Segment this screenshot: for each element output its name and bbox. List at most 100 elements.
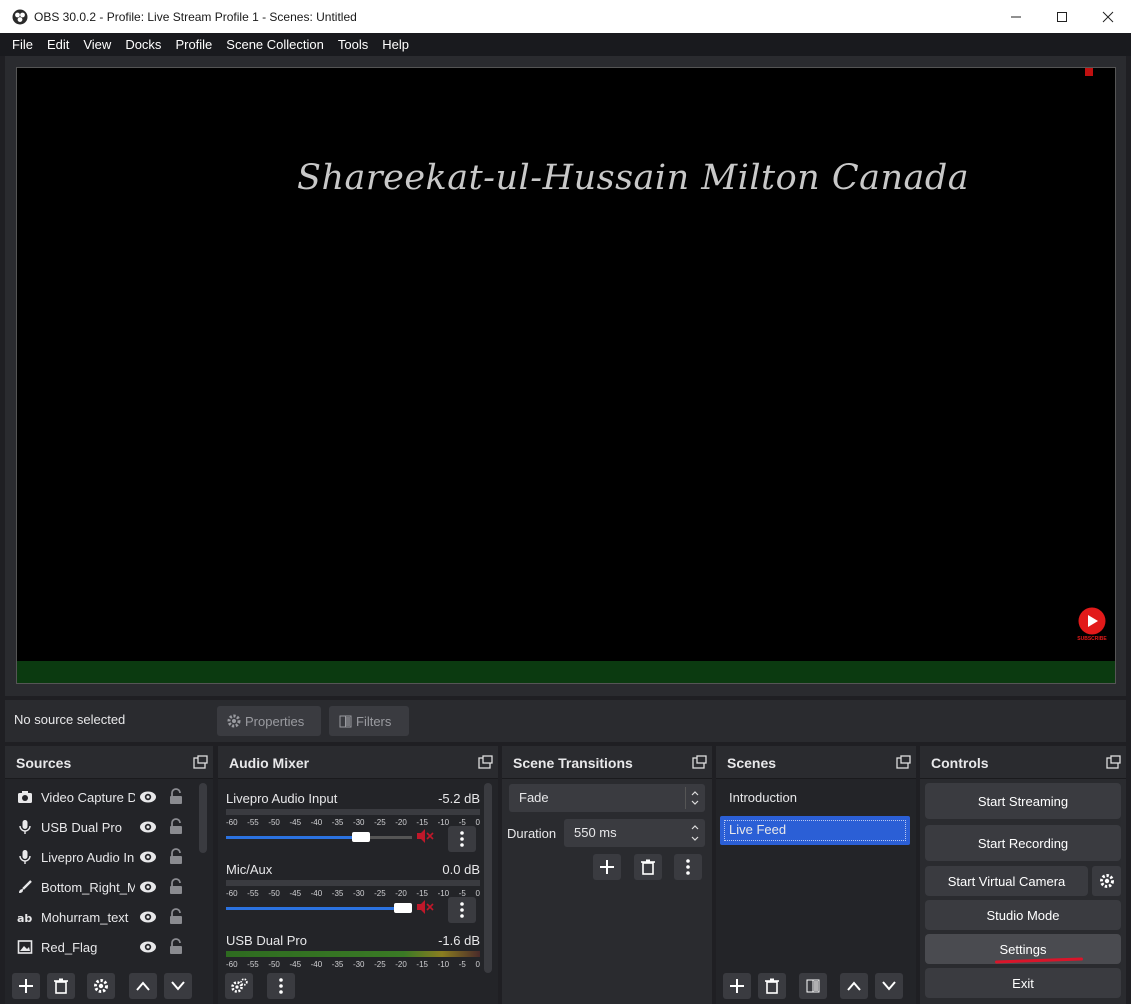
scene-transitions-dock: Scene Transitions Fade Duration 550 ms bbox=[502, 746, 712, 1004]
source-item[interactable]: Red_Flag bbox=[5, 932, 195, 962]
controls-dock: Controls Start Streaming Start Recording… bbox=[920, 746, 1126, 1004]
unlock-icon[interactable] bbox=[169, 938, 183, 955]
unlock-icon[interactable] bbox=[169, 818, 183, 835]
eye-icon[interactable] bbox=[139, 849, 157, 865]
filters-button[interactable]: Filters bbox=[329, 706, 409, 736]
move-source-up-button[interactable] bbox=[129, 973, 157, 999]
scene-item[interactable]: Introduction bbox=[720, 784, 910, 813]
start-recording-button[interactable]: Start Recording bbox=[925, 825, 1121, 861]
source-name: Livepro Audio Input bbox=[41, 850, 135, 865]
menu-docks[interactable]: Docks bbox=[118, 33, 168, 56]
source-item[interactable]: Livepro Audio Input bbox=[5, 842, 195, 872]
add-source-button[interactable] bbox=[12, 973, 40, 999]
preview-canvas[interactable]: Shareekat-ul-Hussain Milton Canada SUBSC… bbox=[16, 67, 1116, 684]
advanced-audio-button[interactable] bbox=[225, 973, 253, 999]
start-virtual-camera-button[interactable]: Start Virtual Camera bbox=[925, 866, 1088, 896]
close-button[interactable] bbox=[1085, 0, 1131, 33]
title-bar: OBS 30.0.2 - Profile: Live Stream Profil… bbox=[0, 0, 1131, 33]
move-scene-up-button[interactable] bbox=[840, 973, 868, 999]
undock-icon[interactable] bbox=[896, 755, 911, 769]
eye-icon[interactable] bbox=[139, 939, 157, 955]
move-source-down-button[interactable] bbox=[164, 973, 192, 999]
menu-help[interactable]: Help bbox=[375, 33, 416, 56]
filters-label: Filters bbox=[356, 713, 392, 729]
source-item[interactable]: USB Dual Pro bbox=[5, 812, 195, 842]
gear-icon bbox=[227, 714, 241, 728]
channel-menu-button[interactable] bbox=[448, 897, 476, 923]
scale-tick: -50 bbox=[268, 818, 280, 827]
brush-icon bbox=[19, 880, 32, 893]
scale-tick: -25 bbox=[374, 818, 386, 827]
svg-text:ab: ab bbox=[17, 912, 32, 925]
undock-icon[interactable] bbox=[692, 755, 707, 769]
scene-item-selected[interactable]: Live Feed bbox=[720, 816, 910, 845]
transition-select[interactable]: Fade bbox=[509, 784, 705, 812]
mixer-channel: Livepro Audio Input -5.2 dB -60 -55 -50 -45… bbox=[218, 784, 488, 855]
menu-file[interactable]: File bbox=[5, 33, 40, 56]
menu-edit[interactable]: Edit bbox=[40, 33, 76, 56]
menu-tools[interactable]: Tools bbox=[331, 33, 375, 56]
source-name: USB Dual Pro bbox=[41, 820, 122, 835]
undock-icon[interactable] bbox=[193, 755, 208, 769]
source-item[interactable]: Video Capture Device bbox=[5, 782, 195, 812]
duration-spinbox[interactable]: 550 ms bbox=[564, 819, 705, 847]
trash-icon bbox=[765, 978, 779, 994]
mixer-menu-button[interactable] bbox=[267, 973, 295, 999]
unlock-icon[interactable] bbox=[169, 848, 183, 865]
unlock-icon[interactable] bbox=[169, 878, 183, 895]
kebab-menu-icon bbox=[686, 859, 690, 875]
volume-slider-handle[interactable] bbox=[352, 832, 370, 842]
undock-icon[interactable] bbox=[1106, 755, 1121, 769]
eye-icon[interactable] bbox=[139, 909, 157, 925]
minimize-button[interactable] bbox=[993, 0, 1039, 33]
source-item[interactable]: ab Mohurram_text bbox=[5, 902, 195, 932]
add-transition-button[interactable] bbox=[593, 854, 621, 880]
scenes-dock: Scenes Introduction Live Feed bbox=[716, 746, 916, 1004]
volume-slider-handle[interactable] bbox=[394, 903, 412, 913]
virtual-camera-settings-button[interactable] bbox=[1092, 866, 1121, 896]
scenes-toolbar bbox=[716, 968, 916, 1004]
move-scene-down-button[interactable] bbox=[875, 973, 903, 999]
maximize-button[interactable] bbox=[1039, 0, 1085, 33]
start-streaming-button[interactable]: Start Streaming bbox=[925, 783, 1121, 819]
channel-name: USB Dual Pro bbox=[226, 933, 307, 948]
sources-scrollbar[interactable] bbox=[199, 783, 207, 853]
youtube-icon bbox=[1078, 607, 1106, 635]
menu-view[interactable]: View bbox=[76, 33, 118, 56]
audio-mixer-title: Audio Mixer bbox=[229, 755, 310, 771]
trash-icon bbox=[54, 978, 68, 994]
transition-menu-button[interactable] bbox=[674, 854, 702, 880]
scene-filters-button[interactable] bbox=[799, 973, 827, 999]
exit-button[interactable]: Exit bbox=[925, 968, 1121, 998]
source-properties-button[interactable] bbox=[87, 973, 115, 999]
source-item[interactable]: Bottom_Right_Mohurram bbox=[5, 872, 195, 902]
unlock-icon[interactable] bbox=[169, 788, 183, 805]
remove-scene-button[interactable] bbox=[758, 973, 786, 999]
menu-profile[interactable]: Profile bbox=[168, 33, 219, 56]
duration-value: 550 ms bbox=[574, 825, 617, 840]
muted-speaker-icon[interactable] bbox=[416, 828, 434, 844]
scale-tick: -15 bbox=[416, 889, 428, 898]
undock-icon[interactable] bbox=[478, 755, 493, 769]
properties-button[interactable]: Properties bbox=[217, 706, 321, 736]
eye-icon[interactable] bbox=[139, 789, 157, 805]
volume-fill bbox=[226, 836, 359, 839]
controls-title: Controls bbox=[931, 755, 989, 771]
properties-label: Properties bbox=[245, 713, 305, 729]
channel-db: 0.0 dB bbox=[442, 862, 480, 877]
remove-transition-button[interactable] bbox=[634, 854, 662, 880]
eye-icon[interactable] bbox=[139, 819, 157, 835]
scale-tick: -55 bbox=[247, 818, 259, 827]
eye-icon[interactable] bbox=[139, 879, 157, 895]
scale-tick: -40 bbox=[310, 889, 323, 898]
channel-menu-button[interactable] bbox=[448, 826, 476, 852]
remove-source-button[interactable] bbox=[47, 973, 75, 999]
add-scene-button[interactable] bbox=[723, 973, 751, 999]
studio-mode-button[interactable]: Studio Mode bbox=[925, 900, 1121, 930]
mixer-scrollbar[interactable] bbox=[484, 783, 492, 973]
muted-speaker-icon[interactable] bbox=[416, 899, 434, 915]
mixer-toolbar bbox=[218, 968, 498, 1004]
filter-icon bbox=[339, 715, 352, 727]
menu-scene-collection[interactable]: Scene Collection bbox=[219, 33, 331, 56]
unlock-icon[interactable] bbox=[169, 908, 183, 925]
